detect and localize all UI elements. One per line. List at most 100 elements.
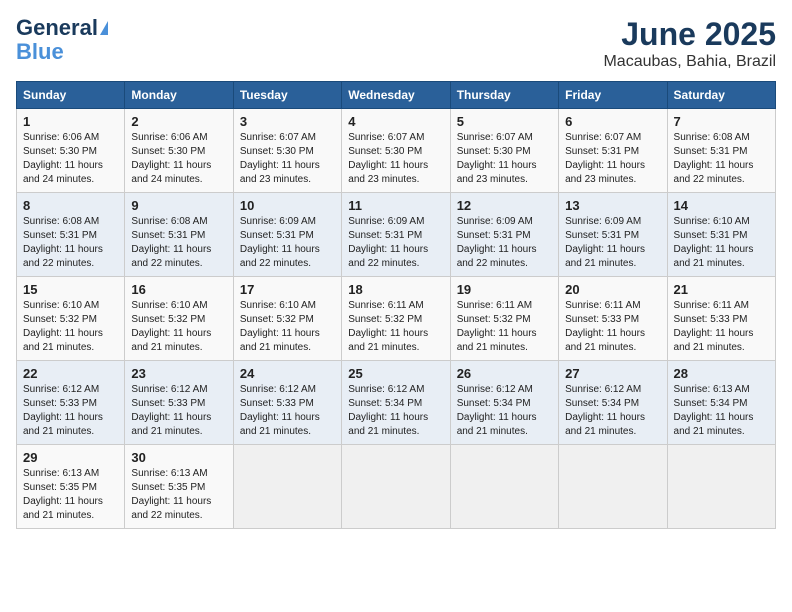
day-number: 29 — [23, 450, 118, 465]
calendar-table: SundayMondayTuesdayWednesdayThursdayFrid… — [16, 81, 776, 529]
day-info: Sunrise: 6:12 AMSunset: 5:34 PMDaylight:… — [457, 383, 552, 439]
day-number: 28 — [674, 366, 769, 381]
calendar-cell: 10Sunrise: 6:09 AMSunset: 5:31 PMDayligh… — [233, 193, 341, 277]
day-info: Sunrise: 6:11 AMSunset: 5:32 PMDaylight:… — [348, 299, 443, 355]
logo-text-general: General — [16, 16, 98, 40]
page-subtitle: Macaubas, Bahia, Brazil — [603, 53, 776, 71]
calendar-cell: 4 Sunrise: 6:07 AMSunset: 5:30 PMDaylight… — [342, 109, 450, 193]
calendar-cell: 5 Sunrise: 6:07 AMSunset: 5:30 PMDaylight… — [450, 109, 558, 193]
weekday-header: Monday — [125, 82, 233, 109]
day-number: 12 — [457, 198, 552, 213]
calendar-cell: 24Sunrise: 6:12 AMSunset: 5:33 PMDayligh… — [233, 361, 341, 445]
weekday-header: Thursday — [450, 82, 558, 109]
day-info: Sunrise: 6:09 AMSunset: 5:31 PMDaylight:… — [457, 215, 552, 271]
day-info: Sunrise: 6:08 AMSunset: 5:31 PMDaylight:… — [674, 131, 769, 187]
day-info: Sunrise: 6:07 AMSunset: 5:31 PMDaylight:… — [565, 131, 660, 187]
day-info: Sunrise: 6:10 AMSunset: 5:32 PMDaylight:… — [240, 299, 335, 355]
day-number: 4 — [348, 114, 443, 129]
day-number: 21 — [674, 282, 769, 297]
day-number: 9 — [131, 198, 226, 213]
day-number: 17 — [240, 282, 335, 297]
day-info: Sunrise: 6:13 AMSunset: 5:35 PMDaylight:… — [23, 467, 118, 523]
calendar-cell: 3Sunrise: 6:07 AMSunset: 5:30 PMDaylight… — [233, 109, 341, 193]
day-number: 16 — [131, 282, 226, 297]
calendar-cell — [667, 445, 775, 529]
calendar-cell: 2 Sunrise: 6:06 AMSunset: 5:30 PMDaylight… — [125, 109, 233, 193]
calendar-cell: 18 Sunrise: 6:11 AMSunset: 5:32 PMDayligh… — [342, 277, 450, 361]
calendar-cell: 14Sunrise: 6:10 AMSunset: 5:31 PMDayligh… — [667, 193, 775, 277]
day-info: Sunrise: 6:06 AMSunset: 5:30 PMDaylight:… — [23, 131, 118, 187]
day-number: 13 — [565, 198, 660, 213]
day-info: Sunrise: 6:12 AMSunset: 5:34 PMDaylight:… — [565, 383, 660, 439]
day-number: 3 — [240, 114, 335, 129]
day-info: Sunrise: 6:08 AMSunset: 5:31 PMDaylight:… — [23, 215, 118, 271]
title-block: June 2025 Macaubas, Bahia, Brazil — [603, 16, 776, 71]
day-info: Sunrise: 6:12 AMSunset: 5:33 PMDaylight:… — [131, 383, 226, 439]
day-info: Sunrise: 6:12 AMSunset: 5:33 PMDaylight:… — [23, 383, 118, 439]
day-info: Sunrise: 6:06 AMSunset: 5:30 PMDaylight:… — [131, 131, 226, 187]
calendar-cell: 26 Sunrise: 6:12 AMSunset: 5:34 PMDayligh… — [450, 361, 558, 445]
day-info: Sunrise: 6:09 AMSunset: 5:31 PMDaylight:… — [348, 215, 443, 271]
day-number: 6 — [565, 114, 660, 129]
calendar-cell — [342, 445, 450, 529]
day-number: 2 — [131, 114, 226, 129]
day-number: 19 — [457, 282, 552, 297]
day-info: Sunrise: 6:10 AMSunset: 5:32 PMDaylight:… — [131, 299, 226, 355]
day-number: 23 — [131, 366, 226, 381]
calendar-week-row: 29 Sunrise: 6:13 AMSunset: 5:35 PMDayligh… — [17, 445, 776, 529]
day-info: Sunrise: 6:07 AMSunset: 5:30 PMDaylight:… — [457, 131, 552, 187]
day-number: 25 — [348, 366, 443, 381]
calendar-week-row: 8 Sunrise: 6:08 AMSunset: 5:31 PMDaylight… — [17, 193, 776, 277]
calendar-cell: 9 Sunrise: 6:08 AMSunset: 5:31 PMDaylight… — [125, 193, 233, 277]
calendar-cell: 21 Sunrise: 6:11 AMSunset: 5:33 PMDayligh… — [667, 277, 775, 361]
day-info: Sunrise: 6:13 AMSunset: 5:35 PMDaylight:… — [131, 467, 226, 523]
day-info: Sunrise: 6:13 AMSunset: 5:34 PMDaylight:… — [674, 383, 769, 439]
day-info: Sunrise: 6:08 AMSunset: 5:31 PMDaylight:… — [131, 215, 226, 271]
calendar-cell: 13 Sunrise: 6:09 AMSunset: 5:31 PMDayligh… — [559, 193, 667, 277]
day-number: 18 — [348, 282, 443, 297]
day-number: 20 — [565, 282, 660, 297]
day-number: 26 — [457, 366, 552, 381]
day-number: 15 — [23, 282, 118, 297]
calendar-cell: 19 Sunrise: 6:11 AMSunset: 5:32 PMDayligh… — [450, 277, 558, 361]
calendar-cell: 16 Sunrise: 6:10 AMSunset: 5:32 PMDayligh… — [125, 277, 233, 361]
day-number: 24 — [240, 366, 335, 381]
calendar-cell: 17 Sunrise: 6:10 AMSunset: 5:32 PMDayligh… — [233, 277, 341, 361]
calendar-cell: 27Sunrise: 6:12 AMSunset: 5:34 PMDayligh… — [559, 361, 667, 445]
day-info: Sunrise: 6:11 AMSunset: 5:33 PMDaylight:… — [674, 299, 769, 355]
calendar-week-row: 1 Sunrise: 6:06 AMSunset: 5:30 PMDaylight… — [17, 109, 776, 193]
calendar-cell: 23 Sunrise: 6:12 AMSunset: 5:33 PMDayligh… — [125, 361, 233, 445]
calendar-cell: 29 Sunrise: 6:13 AMSunset: 5:35 PMDayligh… — [17, 445, 125, 529]
page-title: June 2025 — [603, 16, 776, 53]
day-number: 7 — [674, 114, 769, 129]
day-info: Sunrise: 6:07 AMSunset: 5:30 PMDaylight:… — [348, 131, 443, 187]
day-info: Sunrise: 6:09 AMSunset: 5:31 PMDaylight:… — [565, 215, 660, 271]
day-number: 14 — [674, 198, 769, 213]
calendar-cell: 25Sunrise: 6:12 AMSunset: 5:34 PMDayligh… — [342, 361, 450, 445]
calendar-cell: 30 Sunrise: 6:13 AMSunset: 5:35 PMDayligh… — [125, 445, 233, 529]
day-number: 5 — [457, 114, 552, 129]
calendar-week-row: 22 Sunrise: 6:12 AMSunset: 5:33 PMDayligh… — [17, 361, 776, 445]
logo-text-blue: Blue — [16, 40, 64, 64]
day-info: Sunrise: 6:11 AMSunset: 5:32 PMDaylight:… — [457, 299, 552, 355]
logo-icon — [100, 21, 108, 35]
weekday-header: Friday — [559, 82, 667, 109]
calendar-cell: 28 Sunrise: 6:13 AMSunset: 5:34 PMDayligh… — [667, 361, 775, 445]
day-number: 30 — [131, 450, 226, 465]
day-info: Sunrise: 6:10 AMSunset: 5:32 PMDaylight:… — [23, 299, 118, 355]
day-info: Sunrise: 6:11 AMSunset: 5:33 PMDaylight:… — [565, 299, 660, 355]
day-number: 22 — [23, 366, 118, 381]
calendar-cell: 6 Sunrise: 6:07 AMSunset: 5:31 PMDaylight… — [559, 109, 667, 193]
page-header: General Blue June 2025 Macaubas, Bahia, … — [16, 16, 776, 71]
calendar-header-row: SundayMondayTuesdayWednesdayThursdayFrid… — [17, 82, 776, 109]
calendar-cell: 11 Sunrise: 6:09 AMSunset: 5:31 PMDayligh… — [342, 193, 450, 277]
calendar-cell: 20 Sunrise: 6:11 AMSunset: 5:33 PMDayligh… — [559, 277, 667, 361]
day-number: 10 — [240, 198, 335, 213]
calendar-cell: 22 Sunrise: 6:12 AMSunset: 5:33 PMDayligh… — [17, 361, 125, 445]
calendar-cell — [450, 445, 558, 529]
calendar-cell — [233, 445, 341, 529]
weekday-header: Tuesday — [233, 82, 341, 109]
day-number: 8 — [23, 198, 118, 213]
day-number: 1 — [23, 114, 118, 129]
day-number: 11 — [348, 198, 443, 213]
